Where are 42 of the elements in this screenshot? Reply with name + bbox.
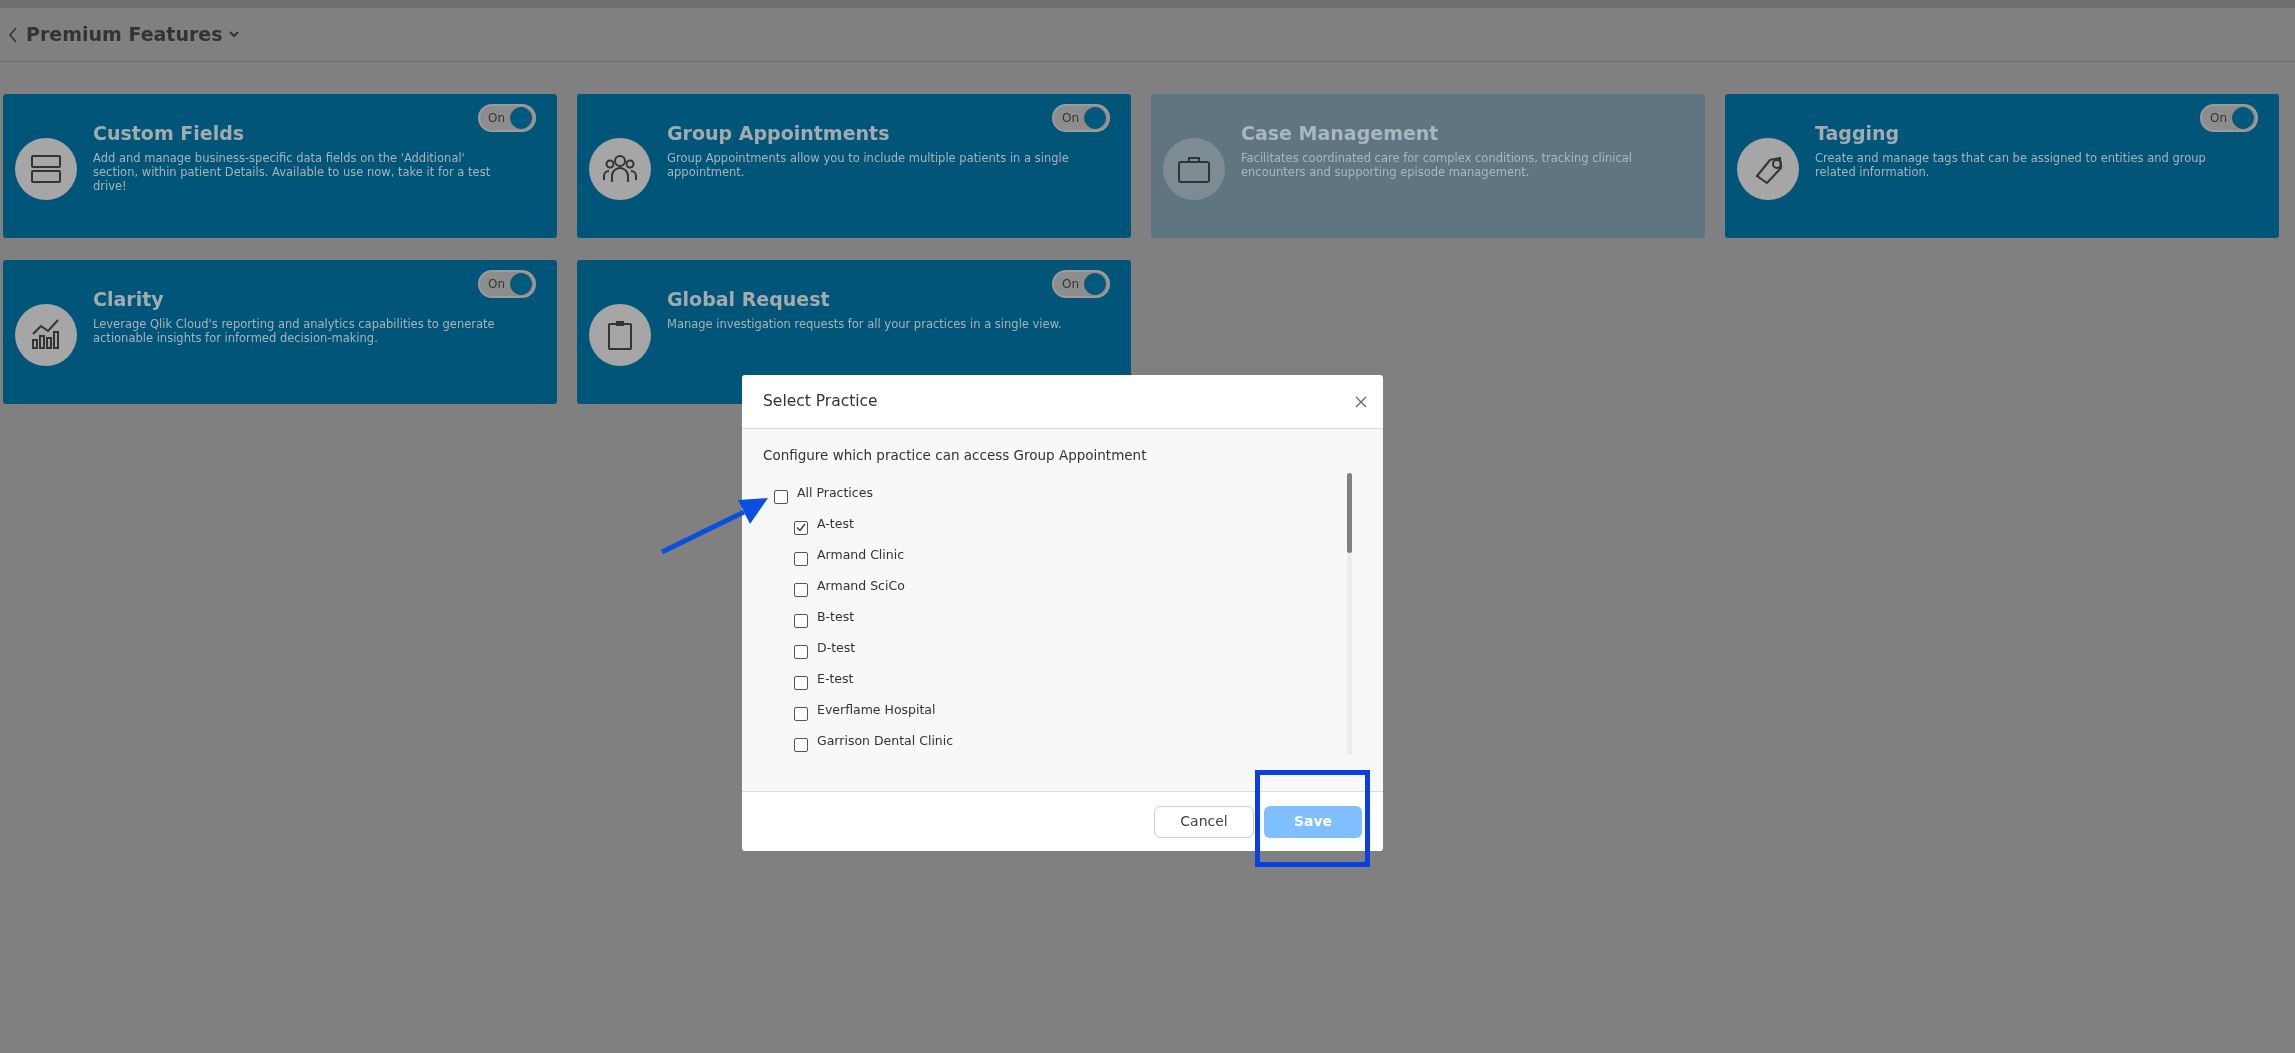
checkbox[interactable] bbox=[794, 737, 808, 752]
feature-title: Group Appointments bbox=[667, 122, 891, 145]
checkbox[interactable] bbox=[794, 706, 808, 721]
feature-toggle[interactable]: On bbox=[478, 270, 536, 298]
feature-title: Case Management bbox=[1241, 122, 1440, 145]
feature-toggle[interactable]: On bbox=[1052, 270, 1110, 298]
feature-toggle[interactable]: On bbox=[478, 104, 536, 132]
feature-toggle[interactable]: On bbox=[2200, 104, 2258, 132]
feature-title: Global Request bbox=[667, 288, 831, 311]
feature-title: Custom Fields bbox=[93, 122, 246, 145]
practice-label[interactable]: A-test bbox=[817, 515, 854, 535]
feature-title: Clarity bbox=[93, 288, 165, 311]
scrollbar[interactable] bbox=[1347, 473, 1352, 755]
checkbox[interactable] bbox=[794, 613, 808, 628]
practice-label[interactable]: E-test bbox=[817, 670, 854, 690]
feature-description: Leverage Qlik Cloud's reporting and analytics capabilities to generate actionable insights for informed decision-making. bbox=[93, 316, 496, 345]
practice-label[interactable]: D-test bbox=[817, 639, 856, 659]
feature-title: Tagging bbox=[1815, 122, 1901, 145]
feature-description: Manage investigation requests for all your practices in a single view. bbox=[667, 316, 1062, 331]
feature-description: Facilitates coordinated care for complex conditions, tracking clinical encounters and supporting episode management. bbox=[1241, 150, 1633, 179]
dialog-title: Select Practice bbox=[763, 390, 878, 412]
checkbox[interactable] bbox=[794, 582, 808, 597]
chevron-down-icon[interactable] bbox=[228, 31, 239, 38]
cancel-button[interactable]: Cancel bbox=[1154, 805, 1254, 838]
back-icon[interactable] bbox=[8, 26, 18, 43]
practice-label[interactable]: All Practices bbox=[797, 484, 873, 504]
checkbox[interactable] bbox=[794, 551, 808, 566]
checkbox[interactable] bbox=[794, 520, 808, 535]
feature-description: Add and manage business-specific data fields on the 'Additional' section, within patient Details. Available to use now, take it for a test drive! bbox=[93, 150, 492, 193]
feature-description: Group Appointments allow you to include multiple patients in a single appointment. bbox=[667, 150, 1070, 179]
dialog-message: Configure which practice can access Group Appointment bbox=[763, 446, 1148, 465]
practice-label[interactable]: B-test bbox=[817, 608, 855, 628]
close-icon[interactable] bbox=[1355, 395, 1367, 408]
feature-toggle[interactable]: On bbox=[1052, 104, 1110, 132]
practice-label[interactable]: Everflame Hospital bbox=[817, 701, 936, 721]
practice-label[interactable]: Garrison Dental Clinic bbox=[817, 732, 954, 752]
checkbox[interactable] bbox=[774, 489, 788, 504]
practice-label[interactable]: Armand SciCo bbox=[817, 577, 905, 597]
feature-description: Create and manage tags that can be assigned to entities and group related information. bbox=[1815, 150, 2207, 179]
practice-label[interactable]: Armand Clinic bbox=[817, 546, 905, 566]
checkbox[interactable] bbox=[794, 675, 808, 690]
checkbox[interactable] bbox=[794, 644, 808, 659]
